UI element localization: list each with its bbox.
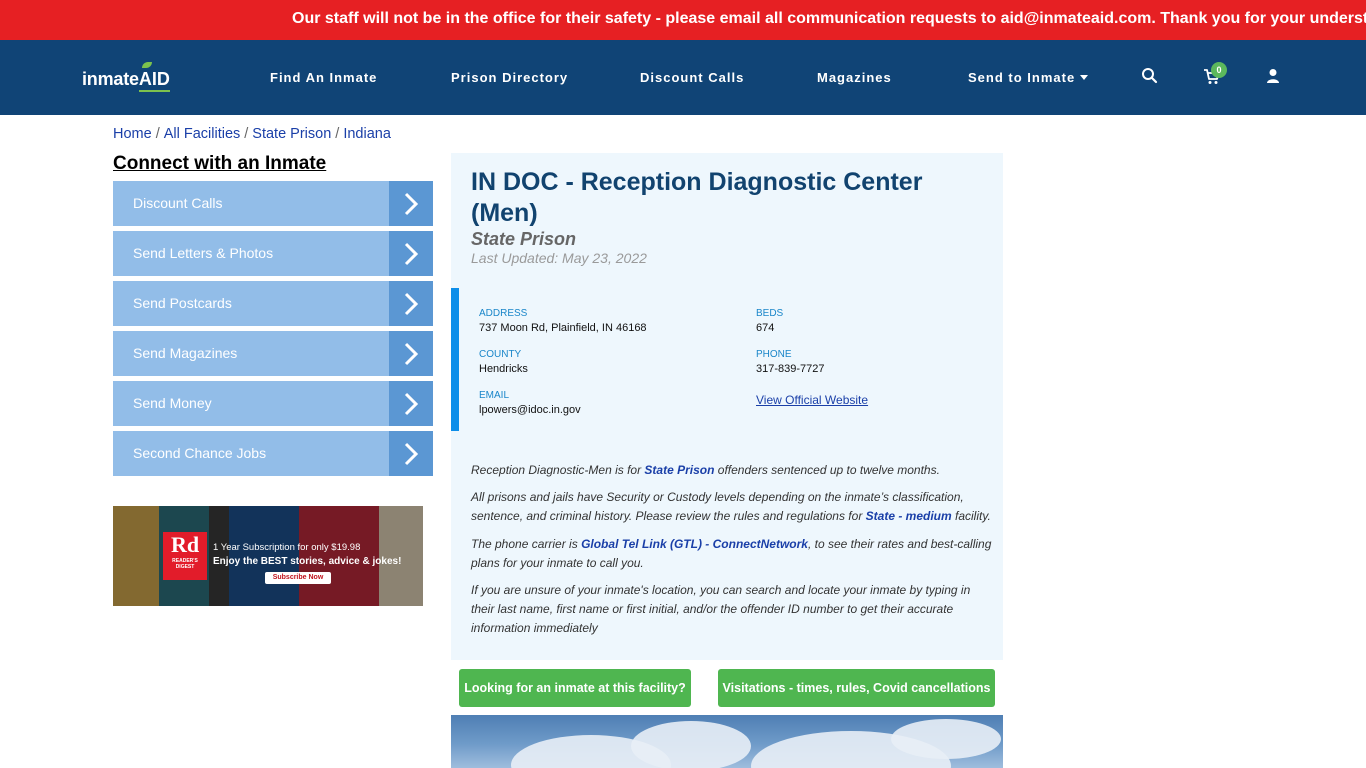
readers-digest-ad[interactable]: Rd READER'S DIGEST 1 Year Subscription f… xyxy=(113,506,423,606)
navbar: inmate AID Find An Inmate Prison Directo… xyxy=(0,40,1366,115)
sidebar-button-label: Send Magazines xyxy=(133,345,238,361)
chevron-right-icon xyxy=(389,381,433,426)
last-updated: Last Updated: May 23, 2022 xyxy=(471,250,647,266)
desc-text: facility. xyxy=(951,509,991,523)
breadcrumb-separator: / xyxy=(335,126,340,142)
breadcrumb-indiana[interactable]: Indiana xyxy=(343,126,391,142)
find-inmate-at-facility-button[interactable]: Looking for an inmate at this facility? xyxy=(459,669,691,707)
cloud-shape xyxy=(891,719,1001,759)
desc-text: Reception Diagnostic-Men is for xyxy=(471,463,645,477)
nav-prison-directory[interactable]: Prison Directory xyxy=(451,70,568,85)
visitations-button[interactable]: Visitations - times, rules, Covid cancel… xyxy=(718,669,995,707)
sidebar-button-send-magazines[interactable]: Send Magazines xyxy=(113,331,433,376)
readers-digest-logo: Rd READER'S DIGEST xyxy=(163,532,207,580)
logo-aid-label: AID xyxy=(138,68,170,89)
facility-title: IN DOC - Reception Diagnostic Center (Me… xyxy=(471,168,923,227)
description-paragraph: All prisons and jails have Security or C… xyxy=(471,488,996,526)
sidebar-button-label: Send Postcards xyxy=(133,295,232,311)
sidebar-button-label: Send Letters & Photos xyxy=(133,245,274,261)
logo-main-text: inmate xyxy=(82,68,139,89)
alert-text: Our staff will not be in the office for … xyxy=(292,10,1366,27)
facility-info-box: ADDRESS 737 Moon Rd, Plainfield, IN 4616… xyxy=(451,288,1003,431)
ad-logo-big: Rd xyxy=(170,532,200,557)
email-label: EMAIL xyxy=(479,390,510,401)
cart-count-badge: 0 xyxy=(1211,62,1227,78)
logo-aid-text: AID xyxy=(138,61,170,92)
facility-type: State Prison xyxy=(471,229,577,249)
official-website-link[interactable]: View Official Website xyxy=(756,393,868,407)
beds-value: 674 xyxy=(756,322,775,334)
logo-underline xyxy=(138,89,170,92)
description-paragraph: Reception Diagnostic-Men is for State Pr… xyxy=(471,461,996,480)
desc-text: The phone carrier is xyxy=(471,537,582,551)
description-paragraph: The phone carrier is Global Tel Link (GT… xyxy=(471,535,996,573)
leaf-icon xyxy=(141,61,152,68)
caret-down-icon xyxy=(1080,75,1089,80)
sidebar-button-send-letters-photos[interactable]: Send Letters & Photos xyxy=(113,231,433,276)
ad-logo-small: READER'S DIGEST xyxy=(172,558,198,570)
sidebar-title: Connect with an Inmate xyxy=(113,153,327,174)
facility-card: IN DOC - Reception Diagnostic Center (Me… xyxy=(451,153,1003,660)
sidebar-button-second-chance-jobs[interactable]: Second Chance Jobs xyxy=(113,431,433,476)
breadcrumb-all-facilities[interactable]: All Facilities xyxy=(164,126,241,142)
phone-carrier-link[interactable]: Global Tel Link (GTL) - ConnectNetwork xyxy=(581,537,808,551)
ad-line-1: 1 Year Subscription for only $19.98 xyxy=(213,542,361,553)
search-icon[interactable] xyxy=(1141,67,1159,85)
security-level-link[interactable]: State - medium xyxy=(866,509,952,523)
phone-label: PHONE xyxy=(756,349,792,360)
breadcrumb-separator: / xyxy=(155,126,160,142)
breadcrumb: Home / All Facilities / State Prison / Indiana xyxy=(113,126,391,142)
description-paragraph: If you are unsure of your inmate's locat… xyxy=(471,583,971,635)
breadcrumb-state-prison[interactable]: State Prison xyxy=(252,126,331,142)
breadcrumb-home[interactable]: Home xyxy=(113,126,152,142)
sidebar-button-discount-calls[interactable]: Discount Calls xyxy=(113,181,433,226)
sidebar-button-label: Second Chance Jobs xyxy=(133,445,267,461)
nav-send-to-inmate-label: Send to Inmate xyxy=(968,70,1076,85)
sidebar-button-label: Send Money xyxy=(133,395,212,411)
address-value: 737 Moon Rd, Plainfield, IN 46168 xyxy=(479,322,647,334)
state-prison-link[interactable]: State Prison xyxy=(644,463,714,477)
nav-send-to-inmate[interactable]: Send to Inmate xyxy=(968,70,1089,85)
chevron-right-icon xyxy=(389,281,433,326)
nav-magazines[interactable]: Magazines xyxy=(817,70,892,85)
cloud-shape xyxy=(631,721,751,768)
phone-value: 317-839-7727 xyxy=(756,363,825,375)
breadcrumb-separator: / xyxy=(244,126,249,142)
ad-line-2: Enjoy the BEST stories, advice & jokes! xyxy=(213,556,402,567)
county-label: COUNTY xyxy=(479,349,522,360)
site-logo[interactable]: inmate AID xyxy=(82,61,170,92)
chevron-right-icon xyxy=(389,431,433,476)
nav-find-an-inmate[interactable]: Find An Inmate xyxy=(270,70,377,85)
chevron-right-icon xyxy=(389,231,433,276)
sidebar-button-send-postcards[interactable]: Send Postcards xyxy=(113,281,433,326)
beds-label: BEDS xyxy=(756,308,784,319)
sidebar-button-label: Discount Calls xyxy=(133,195,223,211)
ad-subscribe-button[interactable]: Subscribe Now xyxy=(265,572,331,584)
user-icon[interactable] xyxy=(1264,67,1282,85)
chevron-right-icon xyxy=(389,181,433,226)
chevron-right-icon xyxy=(389,331,433,376)
alert-bar: Our staff will not be in the office for … xyxy=(0,0,1366,40)
email-value: lpowers@idoc.in.gov xyxy=(479,404,581,416)
desc-text: offenders sentenced up to twelve months. xyxy=(714,463,940,477)
county-value: Hendricks xyxy=(479,363,528,375)
nav-discount-calls[interactable]: Discount Calls xyxy=(640,70,744,85)
sidebar-button-send-money[interactable]: Send Money xyxy=(113,381,433,426)
facility-photo xyxy=(451,715,1003,768)
address-label: ADDRESS xyxy=(479,308,528,319)
